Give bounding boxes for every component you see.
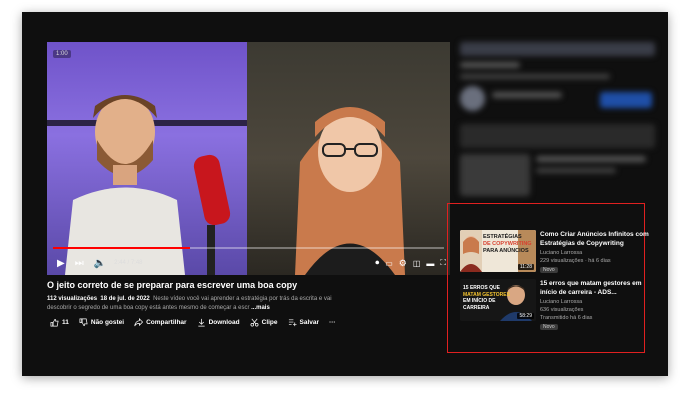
video-stats: 229 visualizações · há 6 dias (540, 258, 611, 264)
dislike-label: Não gostei (90, 319, 125, 326)
highlighted-recommendations (447, 203, 645, 353)
download-icon (197, 318, 205, 327)
thumb-line-3: PARA ANÚNCIOS (483, 248, 529, 254)
upload-date: 18 de jul. de 2022 (100, 296, 150, 302)
youtube-window: 1:00 ▶ ⏭ 🔈 2:44 / 7:48 ⏺ ▭ ⚙ ◫ ▬ ⛶ O jei… (22, 12, 668, 376)
video-stats: 636 visualizações (540, 307, 584, 313)
volume-icon[interactable]: 🔈 (94, 258, 106, 269)
like-count: 11 (62, 319, 69, 326)
view-count: 112 visualizações (47, 296, 98, 302)
video-title: O jeito correto de se preparar para escr… (47, 280, 298, 290)
video-duration: 11:28 (517, 264, 534, 270)
download-button[interactable]: Download (197, 318, 240, 327)
save-button[interactable]: Salvar (288, 318, 320, 327)
video-thumbnail[interactable]: 15 ERROS QUE MATAM GESTORES EM INÍCIO DE… (460, 279, 536, 321)
share-label: Compartilhar (146, 319, 187, 326)
channel-name[interactable]: Luciano Larrossa (540, 250, 582, 256)
playlist-add-icon (288, 319, 297, 327)
channel-name[interactable]: Luciano Larrossa (540, 299, 582, 305)
dislike-button[interactable]: Não gostei (79, 318, 124, 327)
miniplayer-icon[interactable]: ◫ (413, 259, 421, 268)
show-more-link[interactable]: ...mais (251, 305, 270, 311)
player-controls: ▶ ⏭ 🔈 2:44 / 7:48 ⏺ ▭ ⚙ ◫ ▬ ⛶ (47, 252, 450, 274)
thumb-line-2: DE COPYWRITING (483, 241, 532, 247)
recommended-video-title[interactable]: 15 erros que matam gestores em início de… (540, 279, 650, 297)
thumbs-up-icon (50, 318, 59, 327)
save-label: Salvar (299, 319, 320, 326)
progress-fill (53, 247, 190, 249)
thumbs-down-icon (79, 318, 88, 327)
theater-mode-icon[interactable]: ▬ (426, 259, 434, 268)
thumb-line-1: ESTRATÉGIAS (483, 234, 522, 240)
video-description[interactable]: 112 visualizações 18 de jul. de 2022 Nes… (47, 295, 337, 313)
progress-bar[interactable] (53, 247, 444, 249)
recommended-video-2[interactable]: 15 ERROS QUE MATAM GESTORES EM INÍCIO DE… (460, 279, 650, 330)
autoplay-toggle-icon[interactable]: ⏺ (375, 258, 379, 268)
clip-button[interactable]: Clipe (250, 318, 278, 327)
next-icon[interactable]: ⏭ (75, 258, 84, 269)
new-badge: Novo (540, 324, 558, 330)
settings-gear-icon[interactable]: ⚙ (399, 258, 407, 269)
time-display: 2:44 / 7:48 (114, 260, 143, 266)
video-thumbnail[interactable]: ESTRATÉGIAS DE COPYWRITING PARA ANÚNCIOS… (460, 230, 536, 272)
recommended-video-1[interactable]: ESTRATÉGIAS DE COPYWRITING PARA ANÚNCIOS… (460, 230, 650, 276)
action-bar: 11 Não gostei Compartilhar Download Clip… (50, 318, 336, 327)
new-badge: Novo (540, 267, 558, 273)
video-badge: 1:00 (53, 50, 71, 58)
download-label: Download (208, 319, 240, 326)
video-scene-right (247, 42, 450, 275)
like-button[interactable]: 11 (50, 318, 69, 327)
video-duration: 58:29 (517, 313, 534, 319)
recommended-video-title[interactable]: Como Criar Anúncios Infinitos com Estrat… (540, 230, 650, 248)
blurred-sidebar-area (460, 42, 655, 202)
play-icon[interactable]: ▶ (57, 258, 65, 269)
fullscreen-icon[interactable]: ⛶ (440, 258, 446, 268)
clip-label: Clipe (261, 319, 278, 326)
subtitles-icon[interactable]: ▭ (385, 259, 393, 268)
thumb-line-4: CARREIRA (463, 304, 490, 311)
share-button[interactable]: Compartilhar (134, 318, 187, 327)
scissors-icon (250, 318, 259, 327)
video-player[interactable]: 1:00 ▶ ⏭ 🔈 2:44 / 7:48 ⏺ ▭ ⚙ ◫ ▬ ⛶ (47, 42, 450, 275)
share-icon (134, 318, 144, 327)
more-actions-button[interactable]: ··· (329, 319, 336, 326)
stream-status: Transmitido há 6 dias (540, 315, 593, 321)
